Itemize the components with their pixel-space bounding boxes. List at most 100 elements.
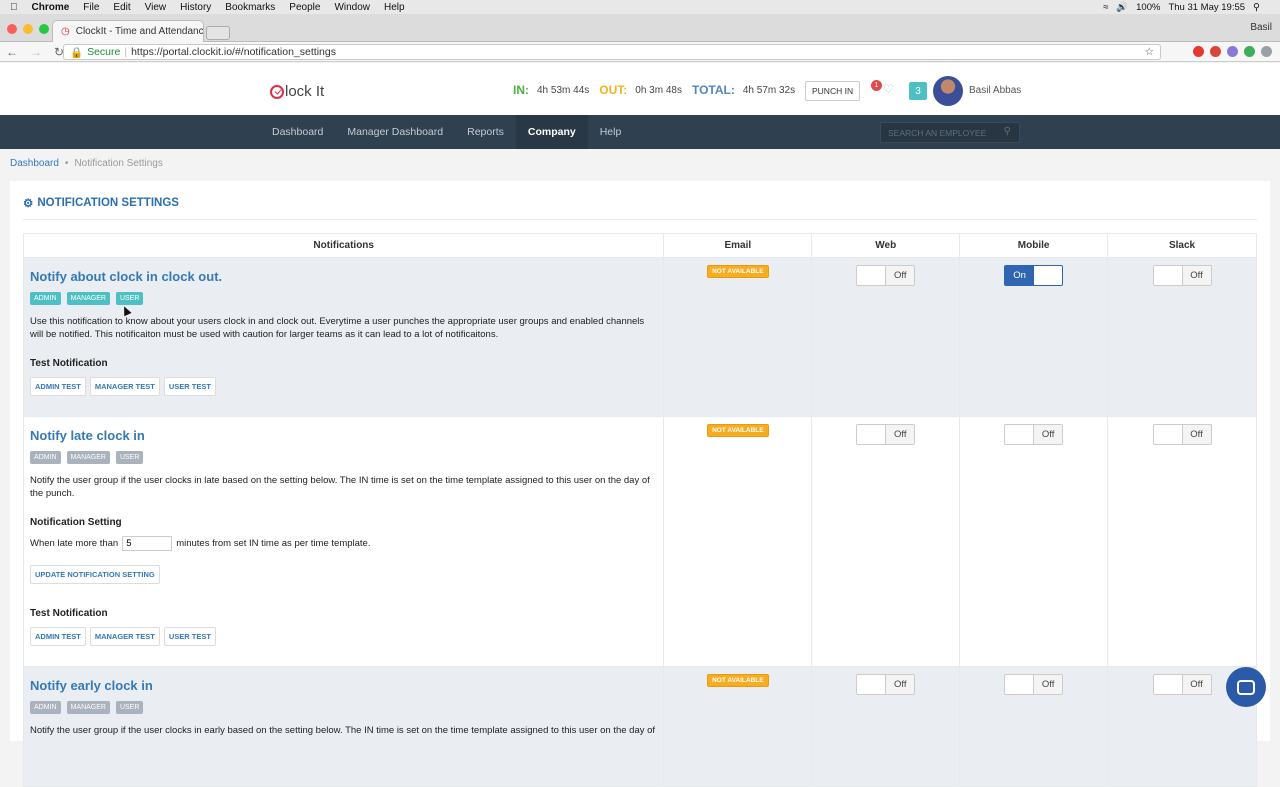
nav-help[interactable]: Help <box>588 115 634 149</box>
mobile-toggle[interactable]: Off <box>1004 674 1064 695</box>
notification-description: Use this notification to know about your… <box>30 316 645 340</box>
clock-check-icon <box>270 84 284 99</box>
nav-reports[interactable]: Reports <box>455 115 516 149</box>
macos-menu-bar:  Chrome File Edit View History Bookmark… <box>0 0 1280 14</box>
chat-icon <box>1237 679 1255 695</box>
email-status-badge: NOT AVAILABLE <box>707 674 769 687</box>
address-bar[interactable]: 🔒 Secure | https://portal.clockit.io/#/n… <box>63 44 1161 60</box>
chat-widget-button[interactable] <box>1226 667 1266 707</box>
tag-admin[interactable]: ADMIN <box>30 451 61 464</box>
page-title: ⚙ NOTIFICATION SETTINGS <box>23 196 179 210</box>
slack-toggle[interactable]: Off <box>1152 674 1212 695</box>
notifications-table: Notifications Email Web Mobile Slack Not… <box>22 233 1257 787</box>
tag-manager[interactable]: MANAGER <box>66 451 110 464</box>
slack-toggle[interactable]: Off <box>1152 265 1212 286</box>
notification-description: Notify the user group if the user clocks… <box>30 475 650 499</box>
menu-people[interactable]: People <box>289 2 320 13</box>
menu-history[interactable]: History <box>180 2 211 13</box>
update-notification-setting-button[interactable]: UPDATE NOTIFICATION SETTING <box>30 565 160 584</box>
avatar[interactable] <box>933 76 963 106</box>
mobile-toggle[interactable]: Off <box>1004 424 1064 445</box>
back-icon[interactable]: ← <box>6 45 18 59</box>
volume-icon[interactable]: 🔊 <box>1116 2 1128 13</box>
clockit-logo[interactable]: lock It <box>270 83 324 100</box>
menu-file[interactable]: File <box>83 2 99 13</box>
app-menu[interactable]: Chrome <box>32 2 70 13</box>
search-icon[interactable]: ⚲ <box>1004 126 1011 137</box>
in-label: IN: <box>513 83 529 97</box>
extension-icon[interactable] <box>1193 46 1204 57</box>
total-label: TOTAL: <box>691 83 735 97</box>
bell-icon[interactable]: ♡ <box>883 82 897 96</box>
forward-icon[interactable]: → <box>30 45 42 59</box>
battery-level[interactable]: 100% <box>1136 2 1160 13</box>
tag-admin[interactable]: ADMIN <box>30 292 61 305</box>
tag-user[interactable]: USER <box>115 292 144 305</box>
toggle-state: Off <box>885 675 915 694</box>
extension-icon[interactable] <box>1261 46 1272 57</box>
breadcrumb-separator: • <box>64 158 69 169</box>
tag-admin[interactable]: ADMIN <box>30 701 61 714</box>
browser-tab-strip: ◷ ClockIt - Time and Attendance ✕ Basil <box>0 14 1280 42</box>
menu-help[interactable]: Help <box>384 2 405 13</box>
spotlight-icon[interactable]: ⚲ <box>1253 2 1260 13</box>
extension-icon[interactable] <box>1227 46 1238 57</box>
breadcrumb-home[interactable]: Dashboard <box>10 158 59 169</box>
system-clock[interactable]: Thu 31 May 19:55 <box>1168 2 1245 13</box>
team-count-badge[interactable]: 3 <box>909 82 927 100</box>
col-header-notifications: Notifications <box>22 233 665 258</box>
menu-window[interactable]: Window <box>334 2 370 13</box>
breadcrumb-current: Notification Settings <box>74 158 163 169</box>
col-header-mobile: Mobile <box>959 233 1109 258</box>
user-name[interactable]: Basil Abbas <box>969 85 1021 96</box>
menu-bookmarks[interactable]: Bookmarks <box>225 2 275 13</box>
lock-icon: 🔒 <box>70 46 84 59</box>
notification-description: Notify the user group if the user clocks… <box>30 725 656 736</box>
manager-test-button[interactable]: MANAGER TEST <box>89 377 160 396</box>
manager-test-button[interactable]: MANAGER TEST <box>89 627 160 646</box>
profile-name[interactable]: Basil <box>1250 22 1272 33</box>
web-toggle[interactable]: Off <box>856 674 916 695</box>
slack-toggle[interactable]: Off <box>1152 424 1212 445</box>
close-window-button[interactable] <box>7 24 17 34</box>
toggle-state: Off <box>1181 425 1211 444</box>
extension-icon[interactable] <box>1210 46 1221 57</box>
notification-title: Notify late clock in <box>30 428 145 443</box>
out-value: 0h 3m 48s <box>635 84 682 96</box>
nav-dashboard[interactable]: Dashboard <box>260 115 335 149</box>
employee-search-input[interactable]: SEARCH AN EMPLOYEE ⚲ <box>880 122 1020 143</box>
menu-edit[interactable]: Edit <box>113 2 130 13</box>
col-header-web: Web <box>811 233 961 258</box>
nav-company[interactable]: Company <box>515 115 588 149</box>
toggle-state: Off <box>1033 425 1063 444</box>
extension-icon[interactable] <box>1244 46 1255 57</box>
star-icon[interactable]: ☆ <box>1145 46 1154 58</box>
apple-icon[interactable]:  <box>10 2 18 13</box>
tag-user[interactable]: USER <box>115 701 144 714</box>
new-tab-button[interactable] <box>206 26 230 40</box>
divider <box>23 219 1257 220</box>
user-test-button[interactable]: USER TEST <box>163 377 216 396</box>
wifi-icon[interactable]: ≈ <box>1103 2 1108 13</box>
punch-in-button[interactable]: PUNCH IN <box>805 81 861 101</box>
browser-tab[interactable]: ◷ ClockIt - Time and Attendance ✕ <box>52 20 204 42</box>
mobile-toggle[interactable]: On <box>1004 265 1064 286</box>
menu-view[interactable]: View <box>145 2 167 13</box>
toggle-state: Off <box>885 425 915 444</box>
tag-user[interactable]: USER <box>115 451 144 464</box>
minimize-window-button[interactable] <box>23 24 33 34</box>
late-minutes-input[interactable] <box>122 536 173 551</box>
user-test-button[interactable]: USER TEST <box>163 627 216 646</box>
gear-icon: ⚙ <box>23 198 34 210</box>
admin-test-button[interactable]: ADMIN TEST <box>30 627 86 646</box>
tag-manager[interactable]: MANAGER <box>66 701 110 714</box>
web-toggle[interactable]: Off <box>856 424 916 445</box>
zoom-window-button[interactable] <box>39 24 49 34</box>
secure-label: Secure <box>87 46 121 58</box>
web-toggle[interactable]: Off <box>856 265 916 286</box>
nav-manager-dashboard[interactable]: Manager Dashboard <box>335 115 455 149</box>
app-header: lock It IN: 4h 53m 44s OUT: 0h 3m 48s TO… <box>0 63 1280 115</box>
admin-test-button[interactable]: ADMIN TEST <box>30 377 86 396</box>
tag-manager[interactable]: MANAGER <box>66 292 110 305</box>
tab-title: ClockIt - Time and Attendance <box>75 26 204 37</box>
